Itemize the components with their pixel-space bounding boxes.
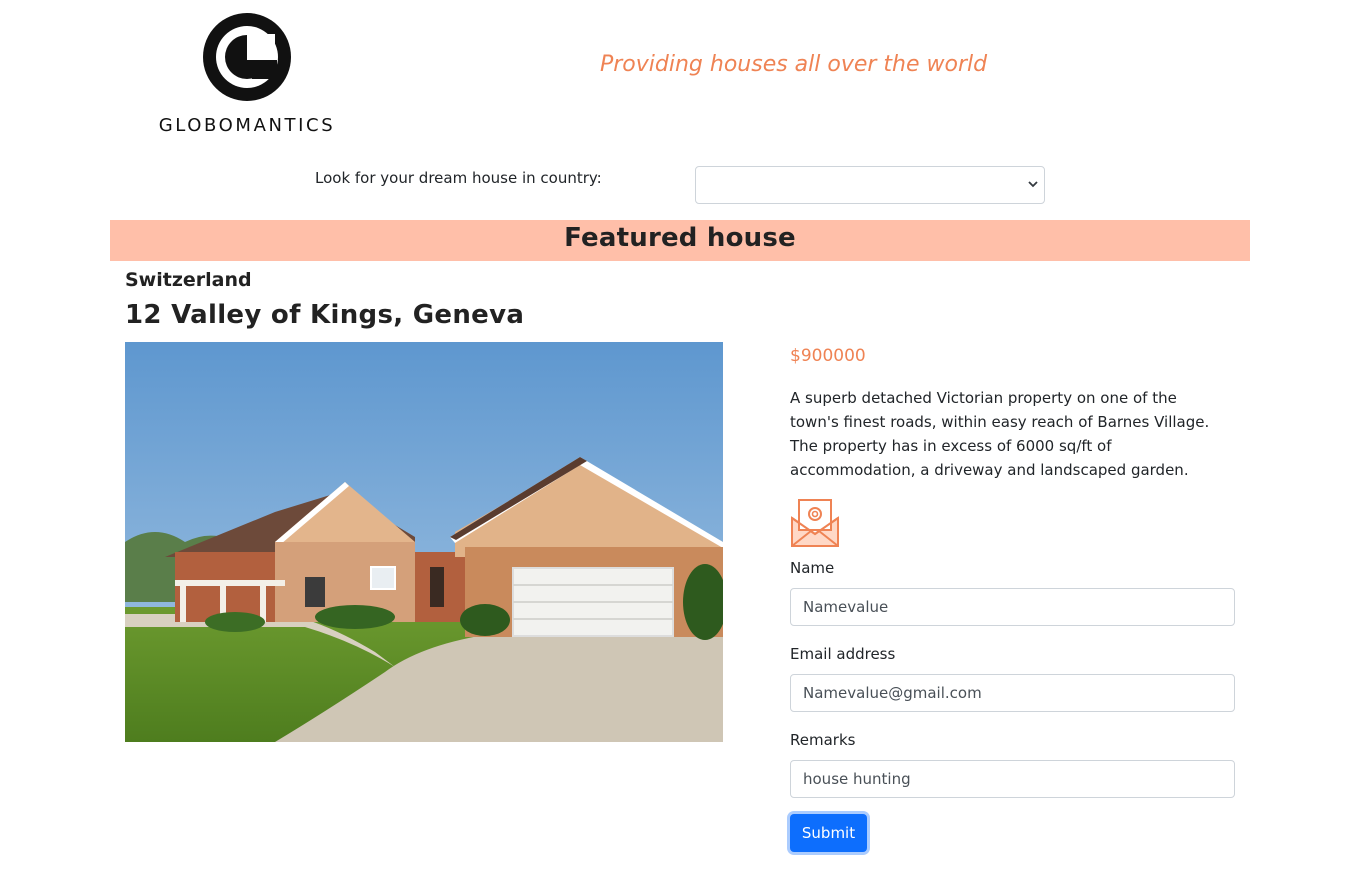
house-photo: [125, 342, 723, 742]
logo-text: GLOBOMANTICS: [158, 115, 336, 136]
name-label: Name: [790, 559, 835, 577]
remarks-label: Remarks: [790, 731, 856, 749]
email-input[interactable]: Namevalue@gmail.com: [790, 674, 1235, 712]
submit-button[interactable]: Submit: [790, 814, 867, 852]
envelope-at-icon: [791, 499, 839, 547]
remarks-input[interactable]: house hunting: [790, 760, 1235, 798]
logo: GLOBOMANTICS: [152, 12, 342, 136]
house-price: $900000: [790, 346, 866, 366]
email-label: Email address: [790, 645, 896, 663]
chevron-down-icon: [1028, 181, 1038, 188]
name-input[interactable]: Namevalue: [790, 588, 1235, 626]
country-select[interactable]: [695, 166, 1045, 204]
house-address: 12 Valley of Kings, Geneva: [125, 300, 525, 330]
globomantics-logo-icon: [203, 13, 291, 101]
country-search-label: Look for your dream house in country:: [315, 169, 602, 187]
house-country: Switzerland: [125, 269, 252, 291]
house-description: A superb detached Victorian property on …: [790, 389, 1210, 479]
tagline: Providing houses all over the world: [600, 52, 988, 77]
featured-title: Featured house: [564, 223, 796, 253]
featured-banner: Featured house: [110, 220, 1250, 261]
